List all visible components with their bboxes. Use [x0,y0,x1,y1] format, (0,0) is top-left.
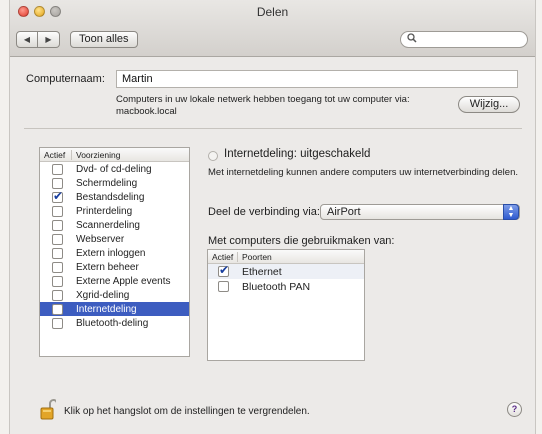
service-active-checkbox[interactable] [52,219,63,231]
service-row[interactable]: Extern inloggen [40,246,189,260]
service-label: Dvd- of cd-deling [76,163,152,175]
ports-list-header: Actief Poorten [208,250,364,264]
ports-rows: Ethernet Bluetooth PAN [208,263,364,294]
service-row[interactable]: Webserver [40,232,189,246]
service-row[interactable]: Externe Apple events [40,274,189,288]
service-row[interactable]: Xgrid-deling [40,288,189,302]
help-button[interactable]: ? [507,402,522,417]
service-active-checkbox[interactable] [52,233,63,245]
forward-button[interactable]: ▶ [38,31,60,48]
share-via-label: Deel de verbinding via: [208,206,320,218]
port-row[interactable]: Bluetooth PAN [208,279,364,294]
service-label: Extern inloggen [76,247,146,259]
service-active-checkbox[interactable] [52,205,63,217]
column-header-ports[interactable]: Poorten [238,252,272,262]
service-description: Met internetdeling kunnen andere compute… [208,167,519,178]
service-label: Schermdeling [76,177,138,189]
port-label: Bluetooth PAN [242,280,311,293]
services-list: Actief Voorziening Dvd- of cd-deling Sche… [39,147,190,357]
service-row[interactable]: Printerdeling [40,204,189,218]
computers-using-label: Met computers die gebruikmaken van: [208,235,395,247]
service-active-checkbox[interactable] [52,163,63,175]
title-bar: Delen ◀ ▶ Toon alles [10,0,535,57]
service-active-checkbox[interactable] [52,261,63,273]
service-active-checkbox[interactable] [52,177,63,189]
service-label: Bluetooth-deling [76,317,149,329]
service-active-checkbox[interactable] [52,189,63,203]
access-info-line1: Computers in uw lokale netwerk hebben to… [116,94,410,105]
nav-segment: ◀ ▶ [16,31,60,48]
chevron-left-icon: ◀ [23,35,31,44]
divider [24,128,522,129]
service-row[interactable]: Scannerdeling [40,218,189,232]
service-active-checkbox[interactable] [52,303,63,315]
access-info-text: Computers in uw lokale netwerk hebben to… [116,94,410,118]
services-list-header: Actief Voorziening [40,148,189,162]
service-label: Bestandsdeling [76,191,145,203]
port-label: Ethernet [242,265,282,278]
popup-arrows-icon: ▲ ▼ [503,204,519,220]
share-via-value: AirPort [327,206,361,218]
port-active-checkbox[interactable] [218,281,229,292]
status-indicator-icon [208,151,218,161]
service-row[interactable]: Dvd- of cd-deling [40,162,189,176]
ports-list: Actief Poorten Ethernet Bluetooth PAN [207,249,365,361]
lock-hint-text: Klik op het hangslot om de instellingen … [64,406,310,417]
service-active-checkbox[interactable] [52,275,63,287]
service-active-checkbox[interactable] [52,247,63,259]
service-label: Extern beheer [76,261,139,273]
service-label: Webserver [76,233,125,245]
service-label: Printerdeling [76,205,133,217]
padlock-icon[interactable] [40,398,56,420]
service-row[interactable]: Extern beheer [40,260,189,274]
edit-name-button[interactable]: Wijzig... [458,96,520,113]
port-active-checkbox[interactable] [218,263,229,277]
port-row[interactable]: Ethernet [208,263,364,279]
service-status: Internetdeling: uitgeschakeld [224,148,371,160]
service-label: Xgrid-deling [76,289,130,301]
column-header-service[interactable]: Voorziening [72,150,120,160]
window-title: Delen [256,5,289,19]
services-rows: Dvd- of cd-deling Schermdeling Bestandsdel… [40,162,189,330]
column-header-active[interactable]: Actief [40,149,72,160]
show-all-button[interactable]: Toon alles [70,31,138,48]
access-info-address: macbook.local [116,106,177,117]
service-row[interactable]: Internetdeling [40,302,189,316]
computer-name-field[interactable]: Martin [116,70,518,88]
back-button[interactable]: ◀ [16,31,38,48]
service-active-checkbox[interactable] [52,289,63,301]
share-via-select[interactable]: AirPort ▲ ▼ [320,204,520,220]
service-active-checkbox[interactable] [52,317,63,329]
service-label: Internetdeling [76,303,137,315]
service-label: Scannerdeling [76,219,140,231]
service-row[interactable]: Bestandsdeling [40,189,189,204]
search-input[interactable] [400,31,528,48]
column-header-active[interactable]: Actief [208,251,238,262]
search-icon [407,33,417,46]
sharing-window: Delen ◀ ▶ Toon alles Computernaam: Marti… [9,0,536,434]
chevron-right-icon: ▶ [45,35,52,44]
service-row[interactable]: Bluetooth-deling [40,316,189,330]
service-label: Externe Apple events [76,275,171,287]
computer-name-label: Computernaam: [26,73,105,85]
